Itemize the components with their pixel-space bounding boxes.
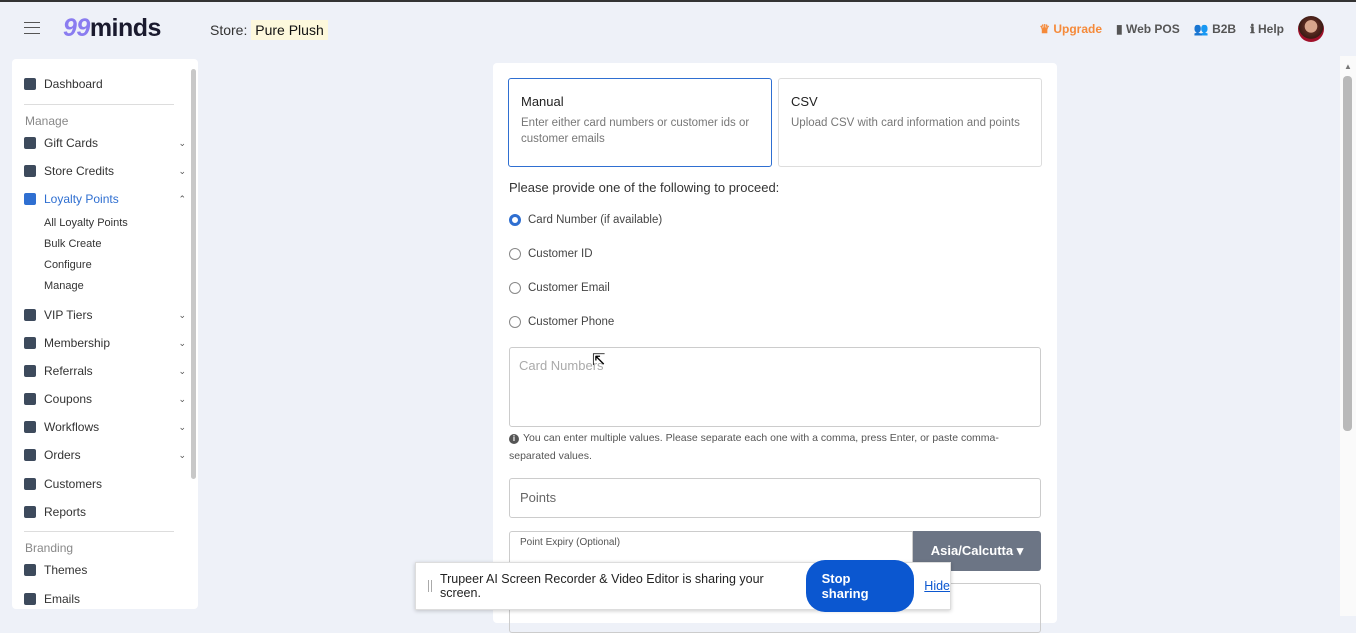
mouse-cursor-icon: ⇱ xyxy=(592,352,606,369)
sidebar-sub-bulk-create[interactable]: Bulk Create xyxy=(44,238,101,250)
section-branding: Branding xyxy=(25,541,74,555)
divider xyxy=(24,531,174,532)
scroll-up-icon[interactable]: ▲ xyxy=(1344,62,1352,71)
user-icon xyxy=(24,478,36,490)
sidebar-sub-configure[interactable]: Configure xyxy=(44,259,92,271)
envelope-icon xyxy=(24,593,36,605)
logo[interactable]: 99minds xyxy=(63,14,161,43)
star-icon xyxy=(24,309,36,321)
bulk-create-panel: Manual Enter either card numbers or cust… xyxy=(493,63,1057,633)
sidebar-item-referrals[interactable]: Referrals ⌄ xyxy=(24,364,186,378)
upgrade-link[interactable]: ♛ Upgrade xyxy=(1039,22,1102,36)
chevron-down-icon: ⌄ xyxy=(178,449,186,460)
web-pos-link[interactable]: ▮ Web POS xyxy=(1116,22,1180,36)
menu-icon[interactable] xyxy=(24,22,40,34)
screen-share-bar: Trupeer AI Screen Recorder & Video Edito… xyxy=(415,560,951,612)
chevron-down-icon: ⌄ xyxy=(178,165,186,176)
user-friends-icon xyxy=(24,365,36,377)
chevron-down-icon: ⌄ xyxy=(178,421,186,432)
image-icon xyxy=(24,564,36,576)
page-scrollbar[interactable]: ▲ xyxy=(1340,56,1356,616)
sidebar-item-themes[interactable]: Themes xyxy=(24,563,174,577)
sidebar-sub-manage[interactable]: Manage xyxy=(44,280,84,292)
chevron-up-icon: ⌃ xyxy=(178,193,186,204)
chevron-down-icon: ⌄ xyxy=(178,309,186,320)
sidebar-item-emails[interactable]: Emails xyxy=(24,592,174,606)
store-name[interactable]: Pure Plush xyxy=(251,20,328,40)
help-link[interactable]: ℹ Help xyxy=(1250,22,1284,36)
gift-icon xyxy=(24,137,36,149)
b2b-link[interactable]: 👥 B2B xyxy=(1194,22,1236,36)
wallet-icon xyxy=(24,165,36,177)
sidebar-scrollbar[interactable] xyxy=(191,69,196,479)
radio-card-number[interactable]: Card Number (if available) xyxy=(509,214,662,226)
radio-customer-email[interactable]: Customer Email xyxy=(509,282,610,294)
divider xyxy=(24,104,174,105)
sidebar-item-dashboard[interactable]: Dashboard xyxy=(24,77,174,91)
sidebar-item-coupons[interactable]: Coupons ⌄ xyxy=(24,392,186,406)
stop-sharing-button[interactable]: Stop sharing xyxy=(805,560,915,612)
filter-icon xyxy=(24,421,36,433)
hide-link[interactable]: Hide xyxy=(924,579,950,593)
top-header: 99minds Store: Pure Plush ♛ Upgrade ▮ We… xyxy=(0,2,1340,56)
sidebar-item-reports[interactable]: Reports xyxy=(24,505,174,519)
sidebar-item-membership[interactable]: Membership ⌄ xyxy=(24,336,186,350)
sidebar-item-store-credits[interactable]: Store Credits ⌄ xyxy=(24,164,186,178)
sidebar-sub-all-loyalty-points[interactable]: All Loyalty Points xyxy=(44,217,128,229)
section-manage: Manage xyxy=(25,114,69,128)
table-icon xyxy=(24,506,36,518)
sidebar-item-workflows[interactable]: Workflows ⌄ xyxy=(24,420,186,434)
radio-customer-phone[interactable]: Customer Phone xyxy=(509,316,614,328)
sidebar-item-customers[interactable]: Customers xyxy=(24,477,174,491)
sidebar-item-gift-cards[interactable]: Gift Cards ⌄ xyxy=(24,136,186,150)
chevron-down-icon: ⌄ xyxy=(178,393,186,404)
chevron-down-icon: ⌄ xyxy=(178,137,186,148)
sidebar-item-orders[interactable]: Orders ⌄ xyxy=(24,448,186,462)
avatar[interactable] xyxy=(1298,16,1324,42)
users-icon xyxy=(24,337,36,349)
radio-customer-id[interactable]: Customer ID xyxy=(509,248,593,260)
bag-icon xyxy=(24,449,36,461)
percent-icon xyxy=(24,393,36,405)
chevron-down-icon: ⌄ xyxy=(178,337,186,348)
option-manual[interactable]: Manual Enter either card numbers or cust… xyxy=(508,78,772,167)
dashboard-icon xyxy=(24,78,36,90)
chevron-down-icon: ⌄ xyxy=(178,365,186,376)
store-indicator: Store: Pure Plush xyxy=(210,20,328,40)
option-csv[interactable]: CSV Upload CSV with card information and… xyxy=(778,78,1042,167)
prompt-text: Please provide one of the following to p… xyxy=(509,180,780,195)
hint-text: i You can enter multiple values. Please s… xyxy=(509,432,999,462)
card-numbers-input[interactable]: Card Numbers xyxy=(509,347,1041,427)
sidebar: Dashboard Manage Gift Cards ⌄ Store Credi… xyxy=(12,59,198,609)
trophy-icon xyxy=(24,193,36,205)
sidebar-item-vip-tiers[interactable]: VIP Tiers ⌄ xyxy=(24,308,186,322)
info-icon: i xyxy=(509,434,519,444)
scrollbar-thumb[interactable] xyxy=(1343,76,1352,431)
points-input[interactable]: Points xyxy=(509,478,1041,518)
sidebar-item-loyalty-points[interactable]: Loyalty Points ⌃ xyxy=(24,192,186,206)
drag-handle-icon[interactable] xyxy=(428,580,432,592)
